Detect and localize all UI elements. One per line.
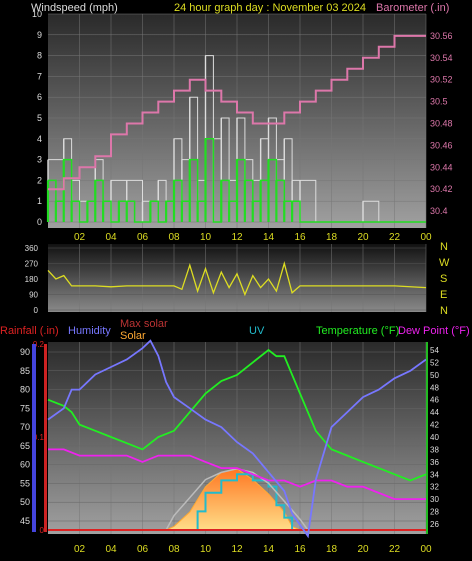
humidity-y-tick-label: 45 [20, 516, 30, 526]
x-tick-label: 10 [200, 544, 212, 555]
barometer-y-tick-label: 30.42 [430, 184, 453, 194]
x-tick-label: 06 [137, 544, 149, 555]
x-tick-label: 02 [74, 232, 86, 243]
wind-y-tick-label: 2 [37, 175, 42, 185]
barometer-y-tick-label: 30.5 [430, 97, 448, 107]
barometer-y-tick-label: 30.56 [430, 31, 453, 41]
legend-rainfall: Rainfall (.in) [0, 325, 59, 337]
wind-y-tick-label: 3 [37, 155, 42, 165]
x-tick-label: 00 [420, 232, 432, 243]
temperature-y-tick-label: 54 [430, 346, 439, 355]
graph-canvas: Windspeed (mph) 24 hour graph day : Nove… [0, 2, 470, 555]
temperature-y-tick-label: 30 [430, 495, 439, 504]
humidity-y-tick-label: 75 [20, 403, 30, 413]
x-tick-label: 08 [168, 232, 180, 243]
temperature-y-tick-label: 52 [430, 358, 439, 367]
direction-y-tick-label: 270 [25, 260, 39, 269]
wind-y-tick-label: 1 [37, 196, 42, 206]
x-tick-label: 00 [420, 544, 432, 555]
humidity-y-tick-label: 50 [20, 497, 30, 507]
temperature-y-tick-label: 28 [430, 508, 439, 517]
humidity-y-tick-label: 65 [20, 441, 30, 451]
x-tick-label: 10 [200, 232, 212, 243]
temperature-y-tick-label: 50 [430, 371, 439, 380]
direction-y-tick-label: 0 [34, 306, 39, 315]
weather-graph: Windspeed (mph) 24 hour graph day : Nove… [0, 0, 472, 561]
x-tick-label: 20 [357, 544, 369, 555]
wind-y-tick-label: 9 [37, 30, 42, 40]
legend-temperature: Temperature (°F) [316, 325, 399, 337]
barometer-y-tick-label: 30.54 [430, 53, 453, 63]
wind-y-tick-label: 4 [37, 134, 42, 144]
legend-dewpoint: Dew Point (°F) [398, 325, 470, 337]
compass-w: W [439, 257, 450, 269]
x-tick-label: 16 [294, 232, 306, 243]
barometer-y-tick-label: 30.48 [430, 118, 453, 128]
chart-title: 24 hour graph day : November 03 2024 [174, 2, 366, 14]
humidity-y-tick-label: 55 [20, 478, 30, 488]
wind-y-tick-label: 8 [37, 51, 42, 61]
x-tick-label: 04 [105, 232, 117, 243]
direction-y-tick-label: 360 [25, 244, 39, 253]
x-tick-label: 22 [389, 544, 401, 555]
compass-n-bottom: N [440, 305, 448, 317]
temperature-y-tick-label: 40 [430, 433, 439, 442]
x-tick-label: 14 [263, 544, 275, 555]
temperature-y-tick-label: 42 [430, 421, 439, 430]
direction-y-tick-label: 90 [29, 291, 38, 300]
x-tick-label: 18 [326, 544, 338, 555]
legend-solar: Solar [120, 330, 146, 342]
x-tick-label: 14 [263, 232, 275, 243]
wind-y-tick-label: 6 [37, 92, 42, 102]
x-tick-label: 20 [357, 232, 369, 243]
rain-axis-bar [44, 344, 47, 532]
humidity-y-tick-label: 60 [20, 460, 30, 470]
temperature-y-tick-label: 48 [430, 383, 439, 392]
legend-max-solar: Max solar [120, 318, 168, 330]
barometer-y-tick-label: 30.52 [430, 75, 453, 85]
humidity-y-tick-label: 80 [20, 385, 30, 395]
compass-e: E [440, 289, 447, 301]
wind-axis-title: Windspeed (mph) [31, 2, 118, 14]
legend-uv: UV [249, 325, 265, 337]
wind-y-tick-label: 10 [32, 9, 42, 19]
direction-y-tick-label: 180 [25, 275, 39, 284]
legend-humidity: Humidity [68, 325, 111, 337]
x-tick-label: 08 [168, 544, 180, 555]
temperature-axis-bar [426, 342, 428, 534]
x-tick-label: 18 [326, 232, 338, 243]
temperature-y-tick-label: 34 [430, 470, 439, 479]
humidity-y-tick-label: 85 [20, 366, 30, 376]
x-tick-label: 12 [231, 544, 243, 555]
humidity-y-tick-label: 70 [20, 422, 30, 432]
x-tick-label: 02 [74, 544, 86, 555]
rain-y-tick-label: 0 [40, 526, 45, 535]
x-tick-label: 06 [137, 232, 149, 243]
compass-s: S [440, 273, 447, 285]
humidity-y-tick-label: 90 [20, 347, 30, 357]
temperature-y-tick-label: 46 [430, 396, 439, 405]
x-tick-label: 22 [389, 232, 401, 243]
wind-y-tick-label: 7 [37, 71, 42, 81]
barometer-axis-title: Barometer (.in) [376, 2, 449, 14]
temperature-y-tick-label: 26 [430, 520, 439, 529]
temperature-y-tick-label: 38 [430, 445, 439, 454]
temperature-y-tick-label: 44 [430, 408, 439, 417]
barometer-y-tick-label: 30.46 [430, 140, 453, 150]
wind-y-tick-label: 5 [37, 113, 42, 123]
x-tick-label: 04 [105, 544, 117, 555]
barometer-y-tick-label: 30.44 [430, 162, 453, 172]
temperature-y-tick-label: 36 [430, 458, 439, 467]
x-tick-label: 16 [294, 544, 306, 555]
compass-n-top: N [440, 241, 448, 253]
humidity-axis-bar [32, 344, 36, 532]
temperature-y-tick-label: 32 [430, 483, 439, 492]
wind-y-tick-label: 0 [37, 217, 42, 227]
barometer-y-tick-label: 30.4 [430, 206, 448, 216]
x-tick-label: 12 [231, 232, 243, 243]
